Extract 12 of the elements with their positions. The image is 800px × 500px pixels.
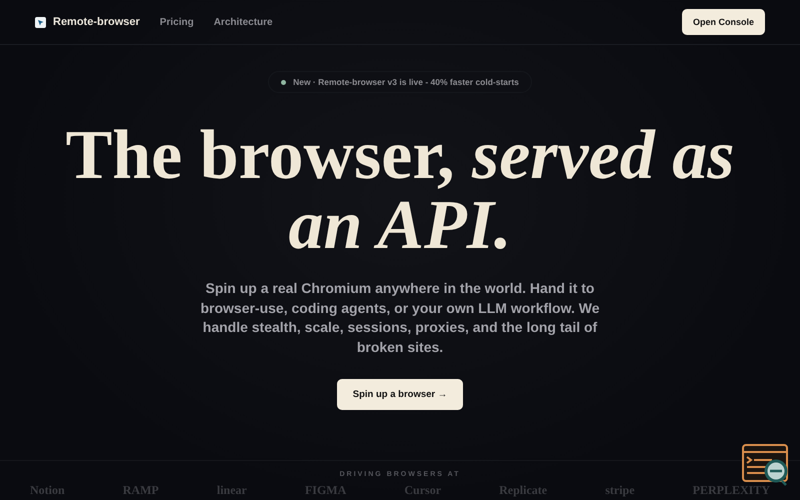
announcement-text: New · Remote-browser v3 is live - 40% faster cold-starts [293, 77, 519, 87]
open-console-button[interactable]: Open Console [682, 9, 765, 35]
status-dot-icon [281, 80, 286, 84]
spin-up-button[interactable]: Spin up a browser → [336, 379, 464, 410]
hero-headline: The browser, served as an API. [64, 121, 736, 261]
announcement-pill[interactable]: New · Remote-browser v3 is live - 40% faster cold-starts [268, 71, 532, 93]
brand-name[interactable]: Remote-browser [53, 16, 140, 28]
nav-link[interactable]: Architecture [214, 16, 273, 28]
logo-icon [35, 16, 46, 28]
console-search-icon[interactable] [742, 444, 790, 486]
nav-link[interactable]: Pricing [160, 16, 194, 28]
hero-description: Spin up a real Chromium anywhere in the world. Hand it to browser-use, coding agents, or your own LLM workflow. We handle stealth, scale, sessions, proxies, and the long tail of broken sites. [199, 279, 601, 356]
